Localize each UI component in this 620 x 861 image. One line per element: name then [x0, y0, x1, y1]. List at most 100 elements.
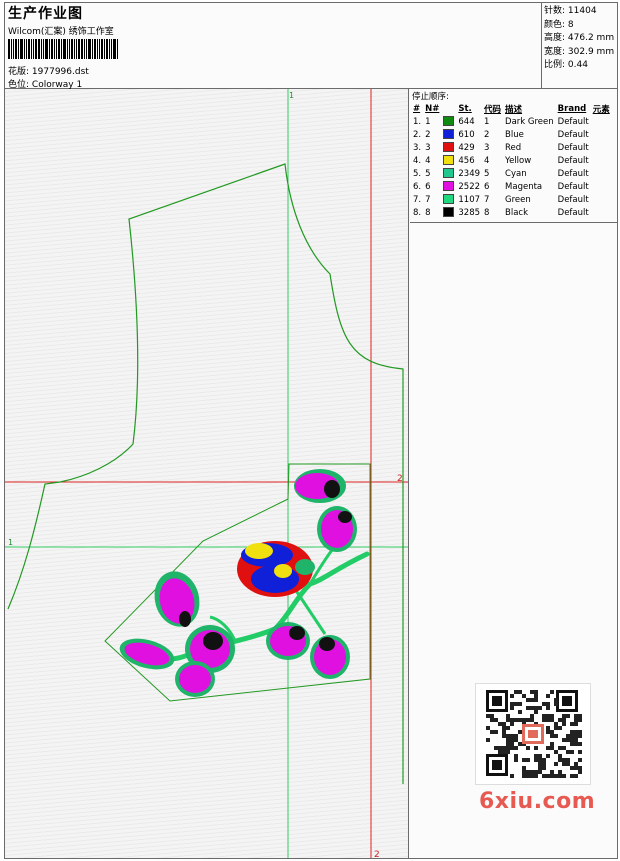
design-preview: 1 1 2 2 [5, 89, 409, 858]
stat-colors: 颜色: 8 [544, 19, 574, 30]
cell-brand: Default [557, 155, 589, 166]
cell-code: 8 [484, 207, 490, 218]
cell-code: 7 [484, 194, 490, 205]
table-row: 5. 5 2349 5 Cyan Default [411, 167, 612, 180]
color-swatch [443, 194, 455, 205]
cell-desc: Cyan [505, 168, 527, 179]
cell-element [591, 128, 612, 141]
table-row: 8. 8 3285 8 Black Default [411, 206, 612, 219]
cell-idx: 1. [413, 116, 422, 127]
cell-idx: 2. [413, 129, 422, 140]
cell-n: 4 [425, 155, 431, 166]
sheet-title: 生产作业图 [8, 6, 83, 22]
header-info: 生产作业图 Wilcom(汇案) 绣饰工作室 花版: 1977996.dst 色… [5, 3, 542, 90]
table-row: 7. 7 1107 7 Green Default [411, 193, 612, 206]
cell-swatch [441, 141, 456, 154]
cell-brand: Default [557, 194, 589, 205]
cell-desc: Yellow [505, 155, 532, 166]
cell-brand: Default [557, 207, 589, 218]
cell-brand: Default [557, 181, 589, 192]
cell-idx: 8. [413, 207, 422, 218]
color-sequence-panel: 停止顺序: # N# St. 代码 描述 Brand 元素 1. 1 644 1 Dar… [410, 89, 617, 223]
cell-n: 3 [425, 142, 431, 153]
color-swatch [443, 155, 455, 166]
cell-swatch [441, 115, 456, 128]
table-row: 3. 3 429 3 Red Default [411, 141, 612, 154]
cell-swatch [441, 193, 456, 206]
qr-code [475, 683, 591, 785]
cell-element [591, 154, 612, 167]
col-header: 元素 [592, 104, 610, 115]
company-name: Wilcom(汇案) 绣饰工作室 [8, 27, 114, 37]
cell-st: 456 [458, 155, 475, 166]
table-header-row: # N# St. 代码 描述 Brand 元素 [411, 102, 612, 115]
flower-bottom-left [175, 661, 215, 697]
cell-n: 5 [425, 168, 431, 179]
col-header-swatch [441, 102, 456, 115]
col-header: # [413, 103, 421, 114]
cell-desc: Magenta [505, 181, 543, 192]
table-row: 4. 4 456 4 Yellow Default [411, 154, 612, 167]
stat-stitches: 针数: 11404 [544, 6, 597, 16]
barcode [8, 39, 148, 59]
cell-swatch [441, 206, 456, 219]
cell-code: 3 [484, 142, 490, 153]
cell-code: 5 [484, 168, 490, 179]
color-swatch [443, 207, 455, 218]
production-sheet: 生产作业图 Wilcom(汇案) 绣饰工作室 花版: 1977996.dst 色… [4, 2, 618, 859]
cell-idx: 3. [413, 142, 422, 153]
cell-element [591, 167, 612, 180]
stat-height: 高度: 476.2 mm [544, 33, 615, 43]
cell-code: 6 [484, 181, 490, 192]
cell-element [591, 206, 612, 219]
embroidery-drawing: 1 1 2 2 [5, 89, 408, 858]
cell-code: 1 [484, 116, 490, 127]
cell-swatch [441, 167, 456, 180]
design-stats: 针数: 11404 颜色: 8 高度: 476.2 mm 宽度: 302.9 m… [542, 3, 617, 89]
cell-idx: 5. [413, 168, 422, 179]
flower-left-lower [119, 638, 175, 670]
cell-element [591, 115, 612, 128]
guide-label-red-v: 2 [374, 850, 380, 858]
cell-code: 2 [484, 129, 490, 140]
cell-n: 1 [425, 116, 431, 127]
watermark-logo: 6xiu.com [479, 789, 596, 814]
cell-brand: Default [557, 142, 589, 153]
qr-code-graphic [486, 690, 582, 778]
cell-desc: Red [505, 142, 522, 153]
flower-bottom-right [310, 635, 350, 679]
cell-idx: 4. [413, 155, 422, 166]
bud-top-right [294, 469, 346, 503]
color-swatch [443, 142, 455, 153]
cell-n: 7 [425, 194, 431, 205]
col-header: 描述 [505, 104, 523, 115]
design-file: 花版: 1977996.dst [8, 67, 89, 77]
cell-n: 6 [425, 181, 431, 192]
col-header: N# [425, 103, 440, 114]
color-swatch [443, 181, 455, 192]
cell-desc: Dark Green [505, 116, 554, 127]
table-row: 2. 2 610 2 Blue Default [411, 128, 612, 141]
color-swatch [443, 129, 455, 140]
cell-st: 2522 [458, 181, 481, 192]
guide-label-green-h: 1 [8, 538, 13, 547]
cell-st: 2349 [458, 168, 481, 179]
cell-desc: Green [505, 194, 531, 205]
guide-label-green-v: 1 [289, 91, 294, 100]
cell-swatch [441, 154, 456, 167]
cell-idx: 6. [413, 181, 422, 192]
cell-code: 4 [484, 155, 490, 166]
cell-st: 644 [458, 116, 475, 127]
table-row: 6. 6 2522 6 Magenta Default [411, 180, 612, 193]
cell-n: 8 [425, 207, 431, 218]
stat-width: 宽度: 302.9 mm [544, 46, 615, 57]
cell-element [591, 193, 612, 206]
cell-st: 429 [458, 142, 475, 153]
cell-desc: Black [505, 207, 529, 218]
design-file-value: 1977996.dst [31, 67, 89, 77]
cell-n: 2 [425, 129, 431, 140]
cell-desc: Blue [505, 129, 524, 140]
cell-brand: Default [557, 116, 589, 127]
col-header: 代码 [484, 104, 502, 115]
bud-middle-right [317, 506, 357, 552]
